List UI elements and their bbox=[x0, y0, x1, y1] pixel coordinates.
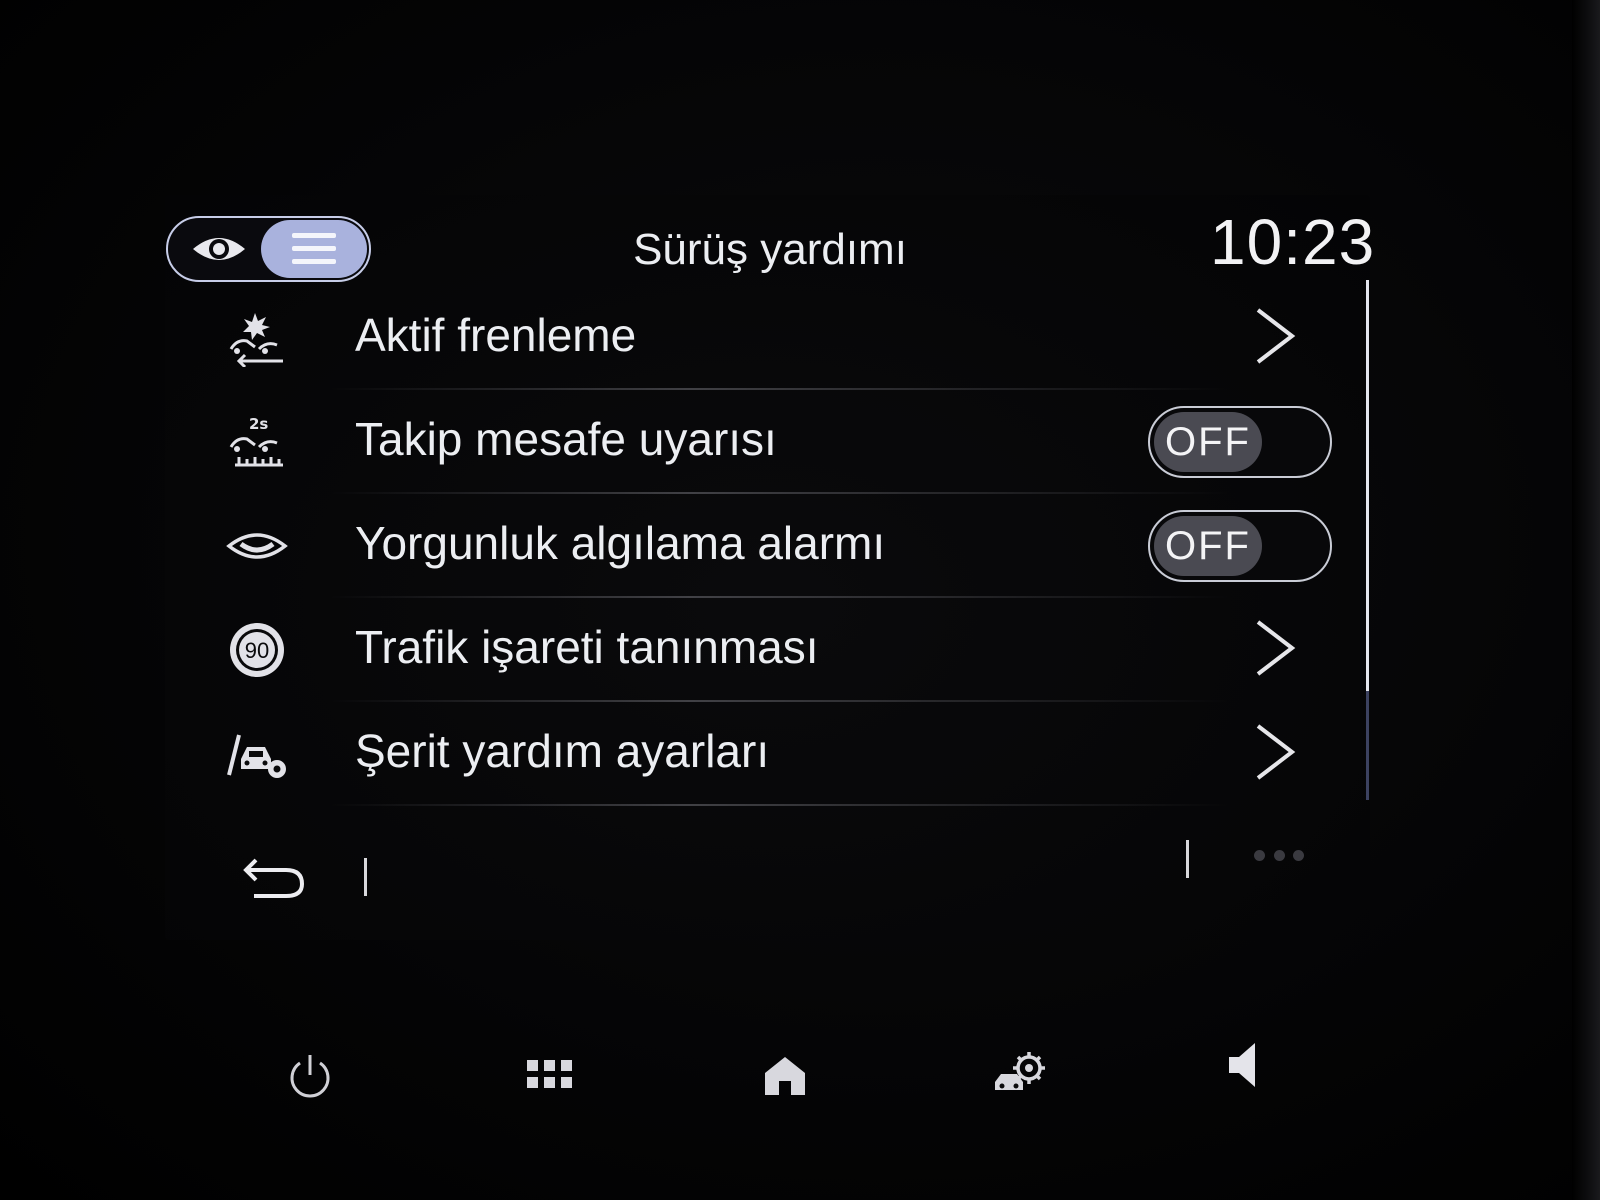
row-divider bbox=[330, 804, 1230, 806]
action-bar-separator bbox=[364, 858, 367, 896]
home-icon[interactable] bbox=[750, 1040, 820, 1110]
clock: 10:23 bbox=[1210, 206, 1376, 278]
chevron-right-icon[interactable] bbox=[1250, 618, 1300, 678]
svg-text:2s: 2s bbox=[249, 415, 268, 433]
eye-icon[interactable] bbox=[190, 233, 248, 265]
scrollbar-thumb[interactable] bbox=[1366, 280, 1369, 691]
list-icon[interactable] bbox=[261, 220, 367, 278]
toggle-knob: OFF bbox=[1154, 412, 1262, 472]
fatigue-eye-icon bbox=[222, 516, 292, 576]
menu-item-label: Yorgunluk algılama alarmı bbox=[355, 517, 886, 569]
apps-grid-icon[interactable] bbox=[515, 1040, 585, 1110]
chevron-right-icon[interactable] bbox=[1250, 306, 1300, 366]
speed-sign-icon: 90 bbox=[222, 620, 292, 680]
page-title: Sürüş yardımı bbox=[633, 225, 907, 274]
bezel-edge bbox=[1572, 0, 1600, 1200]
menu-item-distance-warning[interactable]: 2s Takip mesafe uyarısı OFF bbox=[200, 390, 1360, 494]
view-mode-toggle[interactable] bbox=[166, 216, 371, 282]
lane-assist-icon bbox=[222, 724, 292, 784]
driving-settings-icon[interactable] bbox=[985, 1040, 1055, 1110]
more-dots-icon[interactable] bbox=[1254, 850, 1304, 862]
chevron-right-icon[interactable] bbox=[1250, 722, 1300, 782]
distance-warning-icon: 2s bbox=[222, 412, 292, 472]
menu-item-active-braking[interactable]: Aktif frenleme bbox=[200, 286, 1360, 390]
menu-item-label: Şerit yardım ayarları bbox=[355, 725, 770, 777]
menu-item-fatigue-alarm[interactable]: Yorgunluk algılama alarmı OFF bbox=[200, 494, 1360, 598]
menu-item-lane-assist-settings[interactable]: Şerit yardım ayarları bbox=[200, 702, 1360, 806]
power-icon[interactable] bbox=[275, 1040, 345, 1110]
svg-text:90: 90 bbox=[245, 638, 269, 663]
distance-warning-toggle[interactable]: OFF bbox=[1148, 406, 1332, 478]
menu-item-traffic-sign-recognition[interactable]: 90 Trafik işareti tanınması bbox=[200, 598, 1360, 702]
menu-item-label: Trafik işareti tanınması bbox=[355, 621, 819, 673]
action-bar-separator bbox=[1186, 840, 1189, 878]
active-braking-icon bbox=[222, 308, 292, 368]
scrollbar[interactable] bbox=[1366, 280, 1369, 800]
back-arrow-icon[interactable] bbox=[240, 850, 310, 902]
fatigue-alarm-toggle[interactable]: OFF bbox=[1148, 510, 1332, 582]
volume-icon[interactable] bbox=[1210, 1030, 1280, 1100]
scrollbar-track-rest bbox=[1366, 691, 1369, 800]
menu-item-label: Aktif frenleme bbox=[355, 309, 637, 361]
menu-item-label: Takip mesafe uyarısı bbox=[355, 413, 777, 465]
toggle-knob: OFF bbox=[1154, 516, 1262, 576]
